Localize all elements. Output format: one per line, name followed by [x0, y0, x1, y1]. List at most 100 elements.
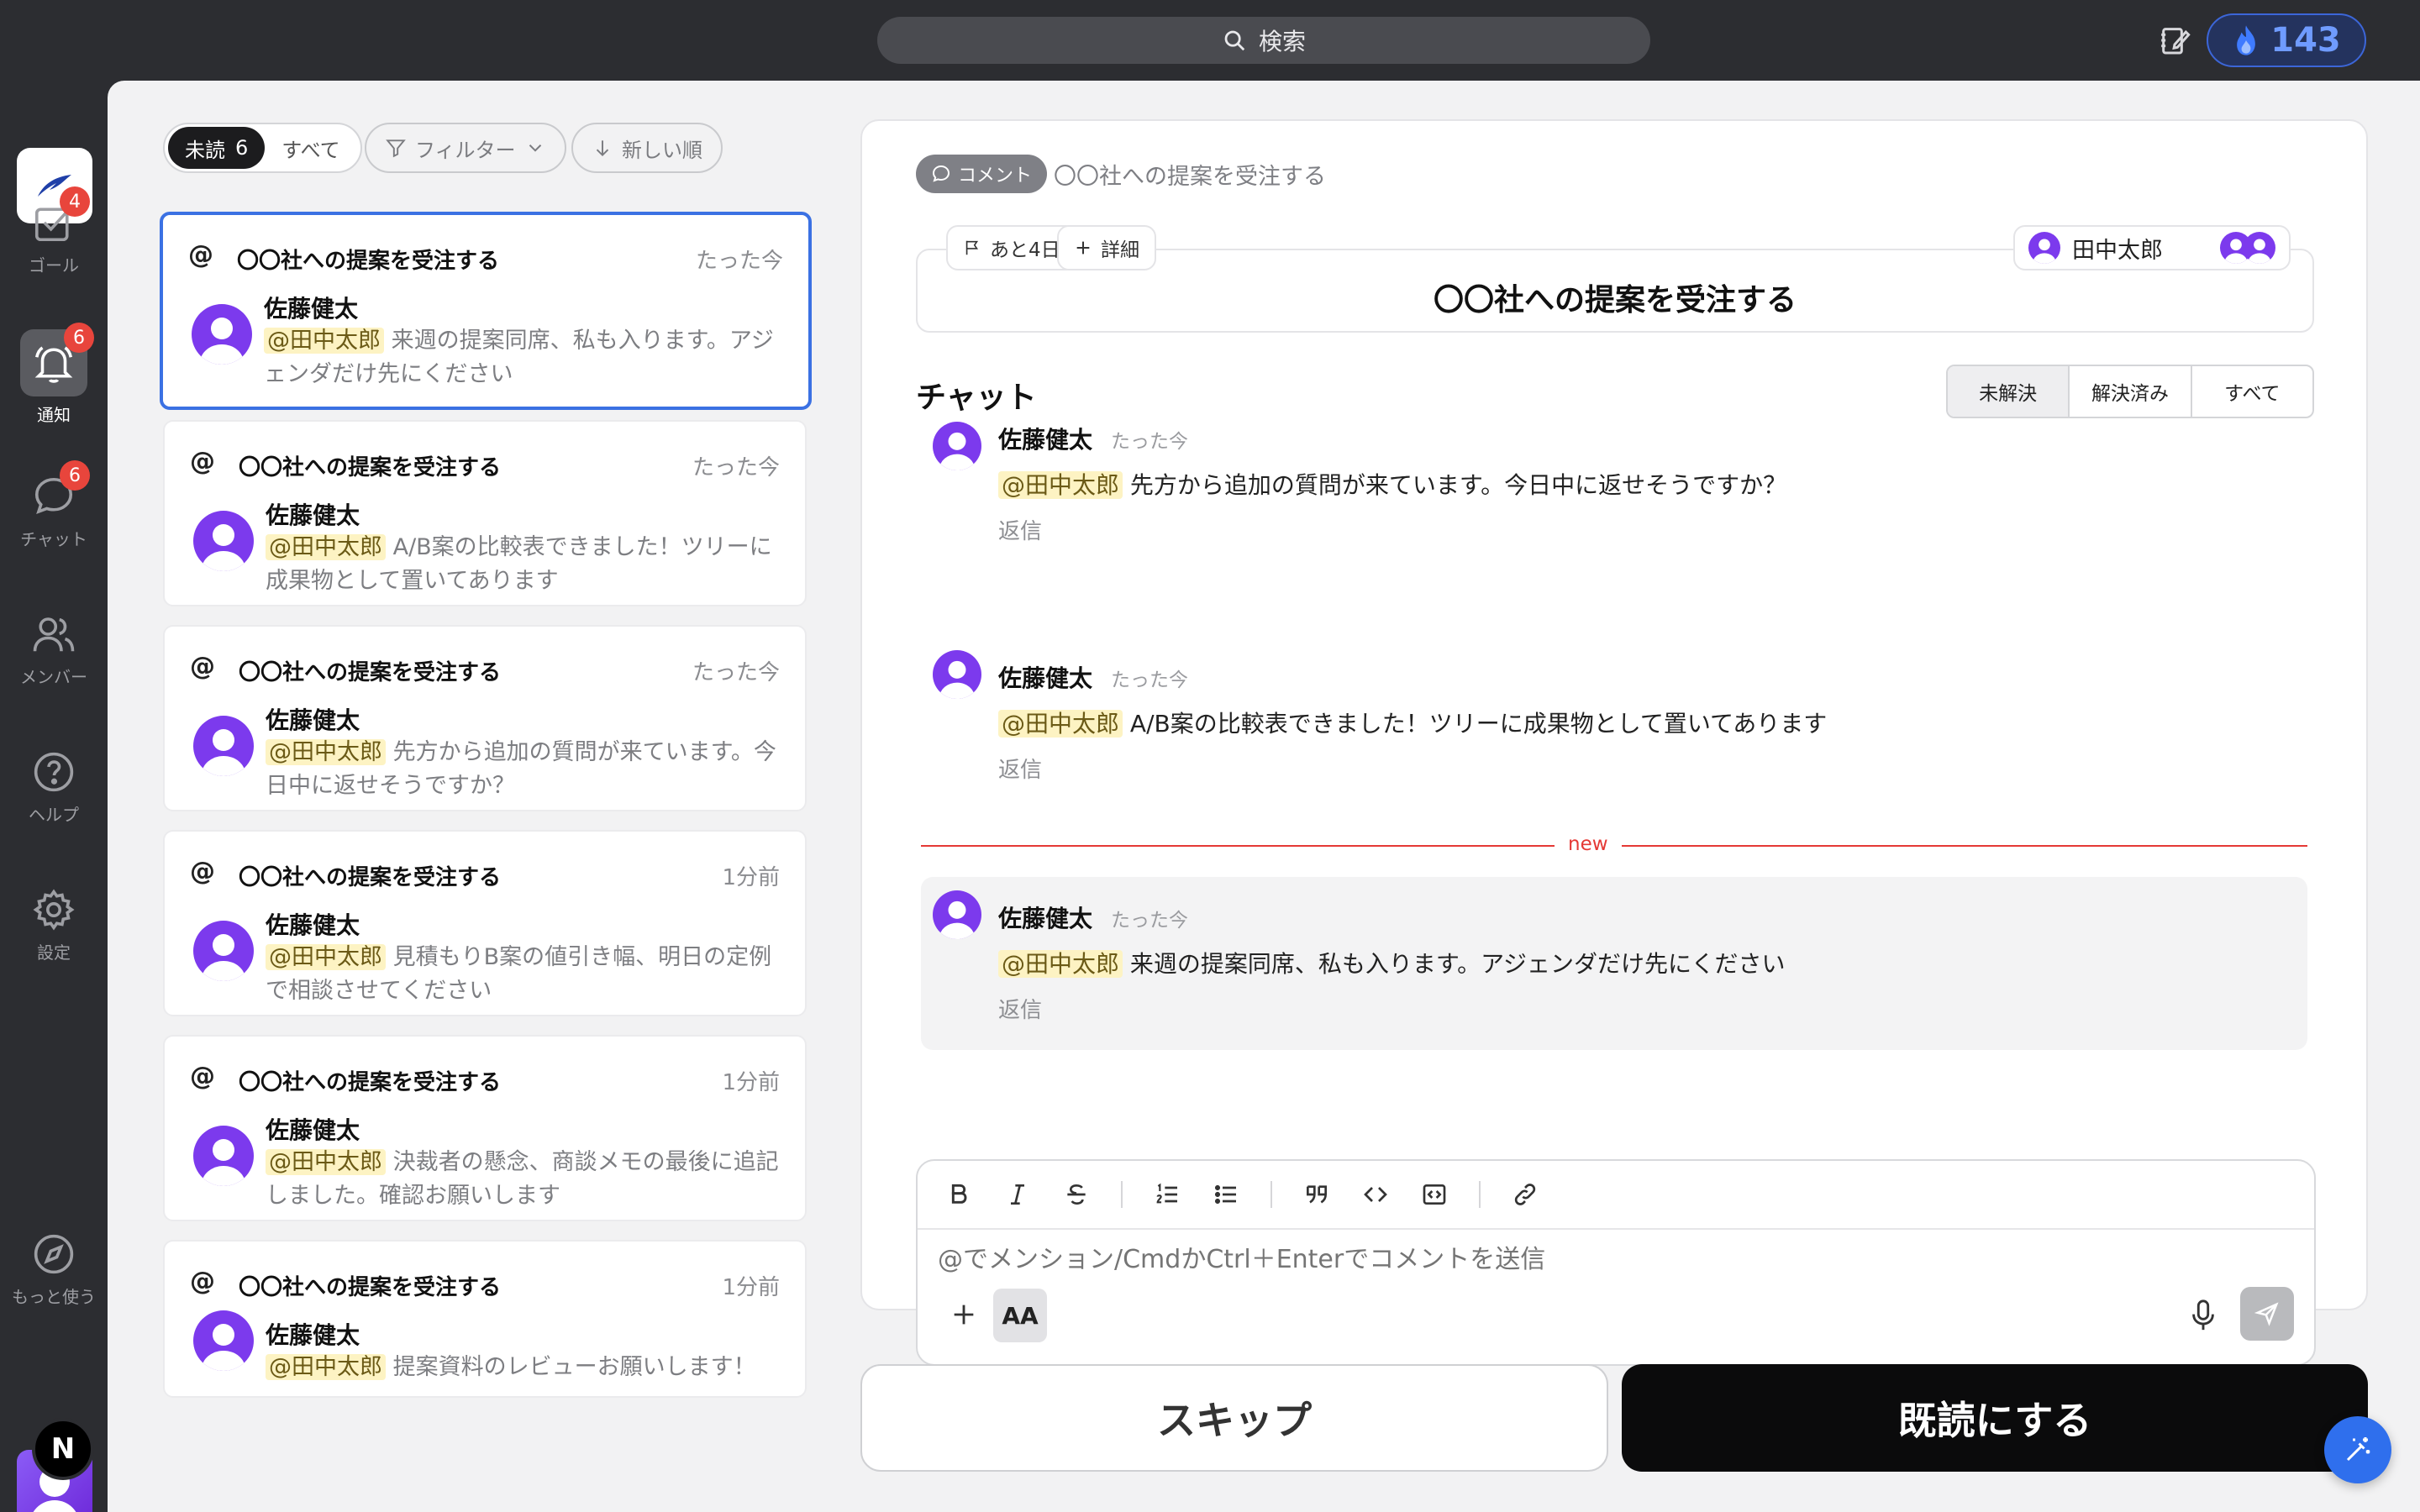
message-author: 佐藤健太	[998, 905, 1093, 932]
add-attachment-icon[interactable]	[950, 1300, 978, 1329]
mention-at-icon: @	[190, 447, 215, 476]
quote-icon[interactable]	[1302, 1180, 1331, 1209]
toolbar-separator	[1479, 1181, 1481, 1208]
help-circle-icon	[34, 752, 74, 792]
card-title: 〇〇社への提案を受注する	[239, 660, 502, 685]
card-author: 佐藤健太	[266, 501, 360, 529]
top-bar: 検索 143	[0, 0, 2420, 81]
nav-notifications[interactable]: 6 通知	[0, 323, 108, 426]
sort-button[interactable]: 新しい順	[571, 123, 723, 173]
avatar	[193, 716, 254, 776]
send-icon	[2254, 1302, 2279, 1326]
bold-icon[interactable]	[944, 1180, 973, 1209]
chat-message: 佐藤健太 たった今 @田中太郎 来週の提案同席、私も入ります。アジェンダだけ先に…	[933, 890, 2328, 1033]
details-button[interactable]: 詳細	[1057, 225, 1156, 270]
chat-message: 佐藤健太 たった今 @田中太郎 先方から追加の質問が来ています。今日中に返せそう…	[933, 422, 2328, 558]
avatar	[933, 650, 981, 699]
comment-composer: AA	[916, 1159, 2316, 1366]
avatar	[193, 1126, 254, 1186]
message-text: 来週の提案同席、私も入ります。アジェンダだけ先にください	[1129, 950, 1786, 978]
chat-message: 佐藤健太 たった今 @田中太郎 A/B案の比較表できました！ツリーに成果物として…	[933, 650, 2328, 793]
link-icon[interactable]	[1511, 1180, 1539, 1209]
gear-icon	[33, 889, 75, 931]
flame-icon	[2237, 25, 2256, 55]
goal-badge: 4	[60, 186, 90, 217]
nav-chat[interactable]: 6 チャット	[0, 460, 108, 550]
card-message: @田中太郎 決裁者の懸念、商談メモの最後に追記しました。確認お願いします	[266, 1146, 780, 1213]
code-block-icon[interactable]	[1420, 1180, 1449, 1209]
message-author: 佐藤健太	[998, 426, 1093, 454]
text-format-toggle[interactable]: AA	[993, 1289, 1047, 1342]
card-title: 〇〇社への提案を受注する	[237, 249, 500, 274]
mark-read-button[interactable]: 既読にする	[1622, 1364, 2368, 1472]
notification-card[interactable]: @ 〇〇社への提案を受注する たった今 佐藤健太 @田中太郎 A/B案の比較表で…	[163, 420, 807, 606]
strikethrough-icon[interactable]	[1062, 1180, 1091, 1209]
avatar	[933, 422, 981, 470]
filter-button[interactable]: フィルター	[365, 123, 566, 173]
notification-card[interactable]: @ 〇〇社への提案を受注する 1分前 佐藤健太 @田中太郎 見積もりB案の値引き…	[163, 830, 807, 1016]
notification-card[interactable]: @ 〇〇社への提案を受注する たった今 佐藤健太 @田中太郎 先方から追加の質問…	[163, 625, 807, 811]
nav-more-label: もっと使う	[12, 1287, 96, 1307]
note-edit-icon[interactable]	[2158, 24, 2191, 57]
search-bar[interactable]: 検索	[877, 17, 1650, 64]
send-button[interactable]	[2240, 1287, 2294, 1341]
card-author: 佐藤健太	[266, 1321, 360, 1349]
comment-chip: コメント	[916, 155, 1048, 193]
italic-icon[interactable]	[1003, 1180, 1032, 1209]
details-label: 詳細	[1101, 239, 1139, 261]
card-message: @田中太郎 提案資料のレビューお願いします！	[266, 1351, 780, 1384]
detail-panel: コメント 〇〇社への提案を受注する 〇〇社への提案を受注する あと4日 詳細 田…	[860, 119, 2368, 1366]
skip-button[interactable]: スキップ	[860, 1364, 1608, 1472]
nav-members[interactable]: メンバー	[0, 610, 108, 688]
nav-goal[interactable]: 4 ゴール	[0, 186, 108, 276]
nav-settings-label: 設定	[37, 942, 71, 963]
breadcrumb[interactable]: 〇〇社への提案を受注する	[1054, 158, 1326, 191]
nav-notifications-label: 通知	[37, 405, 71, 425]
bullet-list-icon[interactable]	[1212, 1180, 1240, 1209]
read-filter-toggle: 未読 6 すべて	[163, 123, 362, 173]
reply-link[interactable]: 返信	[998, 753, 1042, 784]
deadline-label: あと4日	[990, 239, 1060, 261]
all-tab[interactable]: すべて	[265, 127, 356, 169]
message-body: @田中太郎 先方から追加の質問が来ています。今日中に返せそうですか？	[998, 467, 1786, 501]
card-title: 〇〇社への提案を受注する	[239, 1070, 502, 1095]
member-avatars[interactable]	[2220, 232, 2275, 264]
avatar	[2244, 232, 2275, 264]
chat-badge: 6	[60, 460, 90, 491]
streak-badge[interactable]: 143	[2207, 13, 2366, 67]
mention-tag: @田中太郎	[998, 710, 1123, 738]
ordered-list-icon[interactable]	[1153, 1180, 1181, 1209]
ai-assist-button[interactable]	[2324, 1416, 2391, 1483]
comment-input[interactable]	[938, 1245, 2198, 1274]
code-icon[interactable]	[1361, 1180, 1390, 1209]
avatar	[192, 304, 252, 365]
mention-tag: @田中太郎	[266, 1354, 386, 1380]
microphone-icon[interactable]	[2188, 1299, 2218, 1332]
nav-help[interactable]: ヘルプ	[0, 748, 108, 826]
notification-card[interactable]: @ 〇〇社への提案を受注する 1分前 佐藤健太 @田中太郎 決裁者の懸念、商談メ…	[163, 1035, 807, 1221]
nav-more[interactable]: もっと使う	[0, 1230, 108, 1308]
card-title: 〇〇社への提案を受注する	[239, 865, 502, 890]
card-author: 佐藤健太	[266, 1116, 360, 1144]
card-message: @田中太郎 来週の提案同席、私も入ります。アジェンダだけ先にください	[264, 324, 778, 391]
nav-settings[interactable]: 設定	[0, 885, 108, 963]
notification-card[interactable]: @ 〇〇社への提案を受注する 1分前 佐藤健太 @田中太郎 提案資料のレビューお…	[163, 1240, 807, 1398]
magic-wand-icon	[2346, 1437, 2370, 1462]
sidebar: 4 ゴール 6 通知 6 チャット メンバー ヘルプ 設定 もっと使う	[0, 81, 108, 1512]
mention-at-icon: @	[190, 652, 215, 681]
filter-label: フィルター	[415, 138, 516, 162]
assignee-chip[interactable]: 田中太郎	[2013, 225, 2291, 270]
unread-tab[interactable]: 未読 6	[168, 127, 266, 169]
notification-card[interactable]: @ 〇〇社への提案を受注する たった今 佐藤健太 @田中太郎 来週の提案同席、私…	[160, 212, 812, 410]
mention-at-icon: @	[190, 1062, 215, 1091]
message-author: 佐藤健太	[998, 664, 1093, 692]
mention-tag: @田中太郎	[998, 950, 1123, 978]
reply-link[interactable]: 返信	[998, 993, 1042, 1024]
unread-label: 未読	[185, 138, 225, 162]
card-title: 〇〇社への提案を受注する	[239, 455, 502, 480]
user-initial-badge[interactable]: N	[32, 1418, 94, 1480]
users-icon	[33, 617, 75, 652]
nav-goal-label: ゴール	[29, 255, 79, 276]
reply-link[interactable]: 返信	[998, 514, 1042, 545]
card-message: @田中太郎 見積もりB案の値引き幅、明日の定例で相談させてください	[266, 941, 780, 1008]
